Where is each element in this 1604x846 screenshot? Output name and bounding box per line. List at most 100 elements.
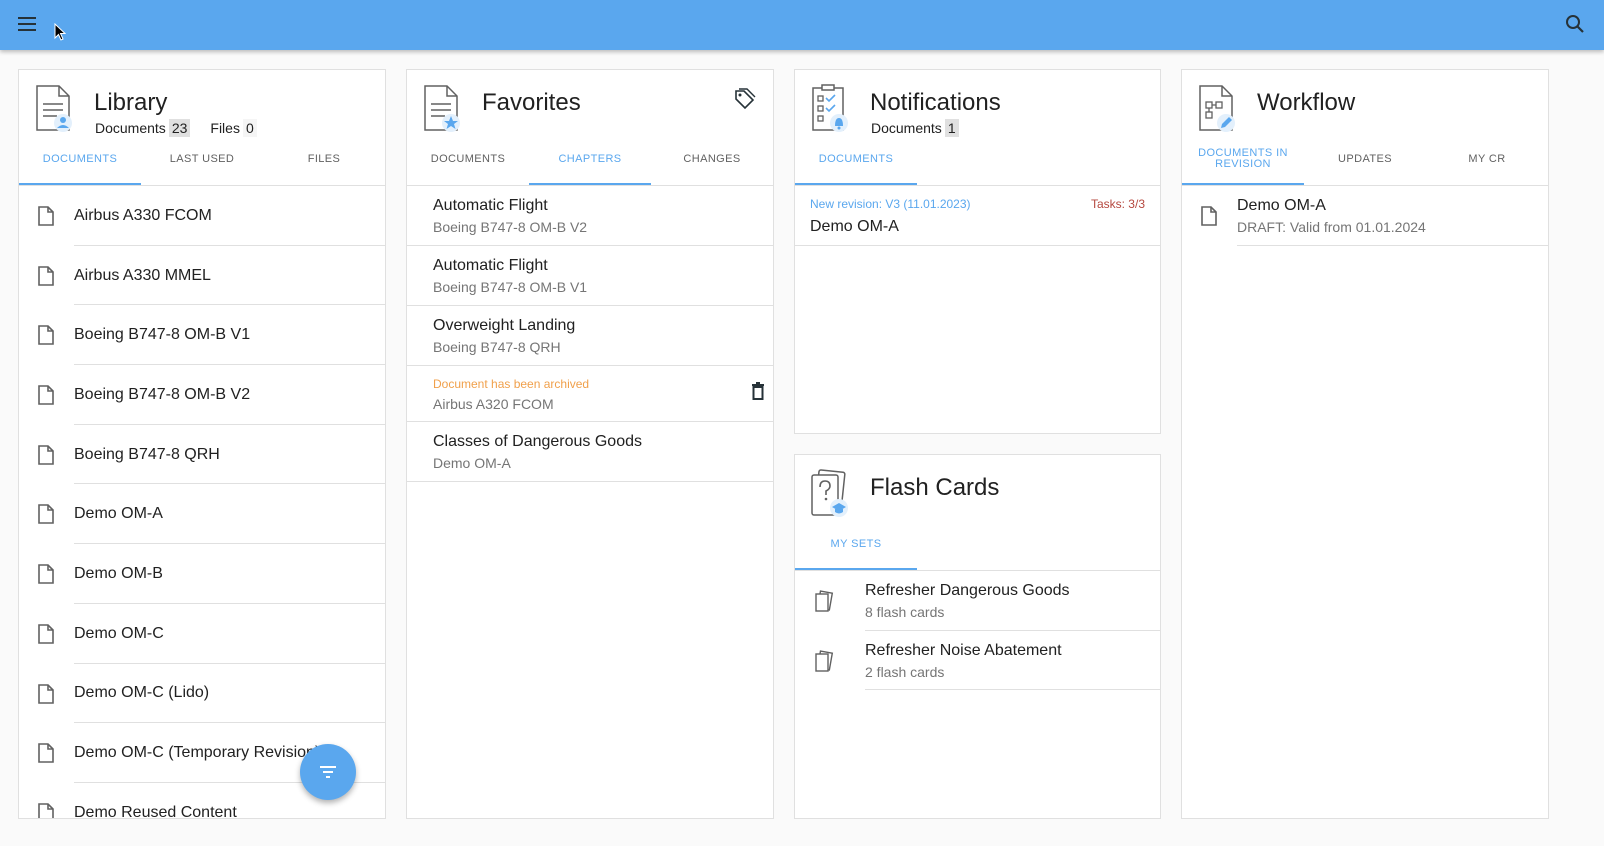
list-item[interactable]: Automatic Flight Boeing B747-8 OM-B V2	[407, 186, 773, 246]
document-icon	[37, 325, 55, 350]
flash-cards-tabs: MY SETS	[795, 518, 1160, 570]
list-item-label: Demo OM-A	[74, 505, 163, 523]
list-item[interactable]: Airbus A330 FCOM	[19, 186, 385, 246]
library-title: Library	[94, 89, 168, 116]
item-subtitle: 8 flash cards	[865, 604, 945, 620]
tag-settings-icon[interactable]	[733, 88, 757, 115]
item-title: Classes of Dangerous Goods	[433, 433, 642, 450]
list-item[interactable]: Airbus A330 MMEL	[19, 246, 385, 306]
tab-my-sets[interactable]: MY SETS	[795, 518, 917, 570]
list-item[interactable]: Boeing B747-8 OM-B V1	[19, 305, 385, 366]
list-item[interactable]: Automatic Flight Boeing B747-8 OM-B V1	[407, 246, 773, 306]
list-item[interactable]: Classes of Dangerous Goods Demo OM-A	[407, 422, 773, 482]
tab-library-last-used[interactable]: LAST USED	[141, 133, 263, 185]
flash-cards-header: Flash Cards MY SETS	[795, 455, 1160, 571]
list-item-label: Airbus A330 MMEL	[74, 266, 211, 284]
item-title: Automatic Flight	[433, 197, 548, 214]
workflow-document-edit-icon	[1196, 84, 1240, 139]
document-icon	[37, 683, 55, 709]
archived-list-item[interactable]: Document has been archived Airbus A320 F…	[407, 366, 773, 422]
list-item[interactable]: Demo OM-A DRAFT: Valid from 01.01.2024	[1182, 186, 1548, 246]
favorites-tabs: DOCUMENTS CHAPTERS CHANGES	[407, 133, 773, 185]
document-icon	[37, 444, 55, 470]
item-title: Refresher Dangerous Goods	[865, 582, 1070, 599]
tab-updates[interactable]: UPDATES	[1304, 133, 1426, 185]
list-item-label: Demo OM-C	[74, 624, 164, 642]
item-title: Demo OM-A	[810, 218, 899, 235]
list-item-label: Airbus A330 FCOM	[74, 206, 212, 224]
archived-notice: Document has been archived	[433, 377, 590, 391]
list-item[interactable]: Demo OM-C	[19, 604, 385, 664]
list-item[interactable]: Boeing B747-8 OM-B V2	[19, 365, 385, 425]
favorites-card: Favorites DOCUMENTS CHAPTERS CHANGES Aut…	[406, 69, 774, 819]
document-icon	[37, 564, 55, 589]
flash-cards-list: Refresher Dangerous Goods 8 flash cards …	[795, 571, 1160, 691]
list-item[interactable]: Demo OM-B	[19, 544, 385, 604]
tab-documents-in-revision[interactable]: DOCUMENTS IN REVISION	[1182, 133, 1304, 185]
library-document-list: Airbus A330 FCOM Airbus A330 MMEL Boeing…	[19, 186, 385, 819]
library-header: Library Documents 23 Files 0 DOCUMENTS LAS…	[19, 70, 385, 186]
item-subtitle: Boeing B747-8 QRH	[433, 339, 561, 355]
divider	[1237, 244, 1548, 246]
tab-favorites-changes[interactable]: CHANGES	[651, 133, 773, 185]
item-subtitle: 2 flash cards	[865, 663, 945, 680]
mouse-cursor-icon	[54, 22, 67, 46]
document-icon	[37, 624, 55, 649]
workflow-header: Workflow DOCUMENTS IN REVISION UPDATES M…	[1182, 70, 1548, 186]
search-icon[interactable]	[1562, 11, 1588, 37]
tab-notifications-documents[interactable]: DOCUMENTS	[795, 133, 917, 185]
notifications-tabs: DOCUMENTS	[795, 133, 1160, 185]
workflow-tabs: DOCUMENTS IN REVISION UPDATES MY CR	[1182, 133, 1548, 185]
item-subtitle: Airbus A320 FCOM	[433, 396, 554, 412]
item-subtitle: Demo OM-A	[433, 455, 511, 471]
document-icon	[37, 206, 55, 231]
tab-library-files[interactable]: FILES	[263, 133, 385, 185]
tasks-label: Tasks: 3/3	[1090, 197, 1145, 211]
library-document-user-icon	[33, 84, 77, 139]
item-subtitle: Boeing B747-8 OM-B V2	[433, 219, 588, 235]
list-item[interactable]: Boeing B747-8 QRH	[19, 425, 385, 485]
divider	[865, 689, 1160, 691]
list-item[interactable]: Refresher Noise Abatement 2 flash cards	[795, 631, 1160, 691]
notifications-card: Notifications Documents 1 DOCUMENTS New r…	[794, 69, 1161, 434]
revision-label: New revision: V3 (11.01.2023)	[810, 197, 971, 211]
list-item[interactable]: Demo OM-C (Lido)	[19, 664, 385, 724]
app-toolbar	[0, 0, 1604, 50]
workflow-title: Workflow	[1257, 89, 1356, 116]
favorites-document-star-icon	[421, 84, 465, 139]
favorites-title: Favorites	[482, 89, 581, 116]
favorites-header: Favorites DOCUMENTS CHAPTERS CHANGES	[407, 70, 773, 186]
delete-icon[interactable]	[751, 382, 765, 405]
tab-favorites-chapters[interactable]: CHAPTERS	[529, 133, 651, 185]
tab-library-documents[interactable]: DOCUMENTS	[19, 133, 141, 185]
workflow-card: Workflow DOCUMENTS IN REVISION UPDATES M…	[1181, 69, 1549, 819]
document-icon	[37, 504, 55, 529]
list-item[interactable]: Demo OM-A	[19, 484, 385, 545]
item-title: Overweight Landing	[433, 317, 576, 334]
flash-cards-question-icon	[809, 469, 853, 524]
filter-icon	[320, 766, 336, 778]
list-item[interactable]: Refresher Dangerous Goods 8 flash cards	[795, 571, 1160, 631]
document-icon	[37, 743, 55, 768]
item-title: Refresher Noise Abatement	[865, 641, 1062, 659]
list-item-label: Demo OM-C (Lido)	[74, 684, 210, 702]
list-item-label: Demo OM-C (Temporary Revision)	[74, 744, 321, 762]
item-subtitle: DRAFT: Valid from 01.01.2024	[1237, 219, 1426, 235]
document-icon	[37, 385, 55, 410]
notifications-header: Notifications Documents 1 DOCUMENTS	[795, 70, 1160, 186]
filter-fab-button[interactable]	[300, 744, 356, 800]
tab-my-cr[interactable]: MY CR	[1426, 133, 1548, 185]
tab-favorites-documents[interactable]: DOCUMENTS	[407, 133, 529, 185]
list-item[interactable]: Overweight Landing Boeing B747-8 QRH	[407, 306, 773, 366]
hamburger-menu-icon[interactable]	[14, 11, 40, 37]
tab-label-line-2: REVISION	[1215, 158, 1271, 170]
document-icon	[1200, 206, 1218, 231]
notification-item[interactable]: New revision: V3 (11.01.2023) Tasks: 3/3…	[795, 186, 1160, 246]
list-item-label: Demo Reused Content	[74, 803, 237, 819]
list-item-label: Boeing B747-8 QRH	[74, 445, 220, 463]
flash-cards-card: Flash Cards MY SETS Refresher Dangerous …	[794, 454, 1161, 819]
item-subtitle: Boeing B747-8 OM-B V1	[433, 279, 588, 295]
notifications-title: Notifications	[870, 89, 1001, 116]
document-icon	[37, 803, 55, 818]
library-tabs: DOCUMENTS LAST USED FILES	[19, 133, 385, 185]
